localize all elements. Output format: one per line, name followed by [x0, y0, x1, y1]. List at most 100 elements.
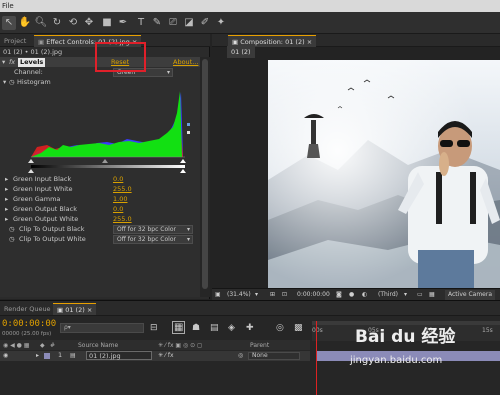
- visibility-eye-icon[interactable]: ◉: [3, 352, 8, 359]
- pen-tool-icon[interactable]: ✒: [116, 16, 130, 30]
- composition-viewer[interactable]: [268, 60, 500, 318]
- label-color-swatch[interactable]: [44, 353, 50, 359]
- comp-viewer-tab[interactable]: 01 (2): [227, 46, 255, 58]
- menu-bar: File: [0, 0, 500, 12]
- dropdown-arrow-icon[interactable]: ▾: [255, 290, 258, 300]
- orbit-camera-icon[interactable]: ⟲: [66, 16, 80, 30]
- property-value[interactable]: 0.0: [113, 174, 123, 184]
- grid-icon[interactable]: ⊞: [270, 290, 275, 300]
- composition-tabbar: ▣ Composition: 01 (2) ×: [212, 34, 500, 47]
- property-label: Green Output White: [13, 215, 79, 223]
- hand-tool-icon[interactable]: ✋: [18, 16, 32, 30]
- show-snapshot-icon[interactable]: ●: [349, 290, 354, 300]
- rectangle-tool-icon[interactable]: ■: [100, 16, 114, 30]
- snapshot-icon[interactable]: ◙: [336, 290, 342, 300]
- timeline-panel: Render Queue ▣ 01 (2) × 0:00:00:00 00000…: [0, 300, 500, 395]
- frame-blending-icon[interactable]: ▤: [210, 323, 219, 333]
- close-icon[interactable]: ×: [305, 38, 312, 46]
- tab-project[interactable]: Project: [0, 35, 30, 47]
- magnification-dropdown[interactable]: (31.4%): [227, 290, 251, 300]
- brainstorm-icon[interactable]: ✚: [246, 323, 254, 333]
- number-icon: #: [50, 342, 56, 349]
- histogram-row: ▾ ◷ Histogram: [0, 77, 200, 87]
- mask-visibility-icon[interactable]: ⊡: [282, 290, 287, 300]
- property-value[interactable]: 0.0: [113, 204, 123, 214]
- clip-white-dropdown[interactable]: Off for 32 bpc Color: [113, 235, 193, 244]
- clone-stamp-icon[interactable]: ⎚: [166, 16, 180, 30]
- hide-shy-layers-icon[interactable]: ☗: [192, 323, 200, 333]
- expand-triangle-icon[interactable]: ▾: [2, 57, 5, 67]
- region-of-interest-icon[interactable]: ▭: [417, 290, 423, 300]
- stopwatch-icon[interactable]: ◷: [9, 234, 15, 244]
- puppet-pin-icon[interactable]: ✦: [214, 16, 228, 30]
- layer-switches-icons[interactable]: ✳ ⁄ fx: [158, 352, 174, 359]
- tab-composition-label: Composition: 01 (2): [240, 38, 305, 46]
- property-value[interactable]: 1.00: [113, 194, 127, 204]
- rotate-tool-icon[interactable]: ↻: [50, 16, 64, 30]
- tab-render-queue[interactable]: Render Queue: [0, 303, 55, 315]
- lock-icon[interactable]: ▣: [38, 38, 46, 46]
- draft-3d-icon[interactable]: ▦: [172, 321, 186, 334]
- channel-icon[interactable]: ◐: [362, 290, 367, 300]
- baidu-watermark-logo: Bai du 经验: [355, 327, 456, 347]
- histogram-graph[interactable]: [27, 87, 193, 173]
- channel-label: Channel:: [14, 68, 43, 76]
- layer-row[interactable]: ◉ ▸ 1 ▤ 01 (2).jpg ✳ ⁄ fx ◎ None: [0, 351, 310, 361]
- column-parent[interactable]: Parent: [250, 341, 269, 350]
- stopwatch-icon[interactable]: ◷: [9, 224, 15, 234]
- histogram-side-handle-icon: [187, 123, 190, 126]
- eraser-tool-icon[interactable]: ◪: [182, 16, 196, 30]
- clip-black-dropdown[interactable]: Off for 32 bpc Color: [113, 225, 193, 234]
- type-tool-icon[interactable]: T: [134, 16, 148, 30]
- effect-controls-panel: Project ▣ Effect Controls: 01 (2).jpg × …: [0, 34, 210, 299]
- parent-dropdown[interactable]: None: [248, 352, 300, 360]
- tools-toolbar: ↖ ✋ 🔍︎ ↻ ⟲ ✥ ■ ✒ T ✎ ⎚ ◪ ✐ ✦: [0, 12, 500, 34]
- layer-name[interactable]: 01 (2).jpg: [86, 351, 152, 360]
- tab-timeline-comp[interactable]: ▣ 01 (2) ×: [53, 303, 97, 315]
- switches-icons: ✳ ⁄ fx ▣ ◎ ⊙ ◻: [158, 342, 203, 349]
- roto-brush-icon[interactable]: ✐: [198, 16, 212, 30]
- ruler-tick-label: 15s: [482, 327, 493, 334]
- av-features-icon: ◉ ◀ ● ▦: [3, 342, 30, 349]
- close-icon[interactable]: ×: [85, 306, 92, 314]
- lock-icon[interactable]: ▣: [232, 38, 240, 46]
- pan-behind-icon[interactable]: ✥: [82, 16, 96, 30]
- timeline-tabbar: Render Queue ▣ 01 (2) ×: [0, 301, 500, 316]
- histogram-side-handle-icon-2: [187, 131, 190, 134]
- current-time-indicator[interactable]: [316, 321, 317, 395]
- layer-search-input[interactable]: ρ▾: [60, 323, 144, 333]
- current-time-display[interactable]: 0:00:00:00: [2, 319, 56, 329]
- effect-controls-body: ▾ fx Levels Reset About... Channel: Gree…: [0, 57, 200, 297]
- layer-expand-icon[interactable]: ▸: [36, 352, 39, 359]
- composition-image: [268, 60, 500, 288]
- dropdown-arrow-icon[interactable]: ▾: [404, 290, 407, 300]
- frame-rate-label: 00000 (25.00 fps): [2, 331, 52, 337]
- timecode-display[interactable]: 0:00:00:00: [297, 290, 330, 300]
- histogram-expand-icon[interactable]: ▾: [3, 77, 6, 87]
- transparency-grid-icon[interactable]: ▦: [429, 290, 435, 300]
- fx-icon[interactable]: fx: [9, 57, 15, 67]
- comp-mini-flowchart-icon[interactable]: ⊟: [150, 323, 158, 333]
- menu-file[interactable]: File: [2, 2, 14, 10]
- composition-panel: ▣ Composition: 01 (2) × 01 (2) ▣ (31.4%)…: [212, 34, 500, 300]
- always-preview-icon[interactable]: ▣: [215, 290, 221, 300]
- brush-tool-icon[interactable]: ✎: [150, 16, 164, 30]
- pick-whip-icon[interactable]: ◎: [238, 352, 243, 359]
- zoom-tool-icon[interactable]: 🔍︎: [34, 16, 48, 30]
- scrollbar-thumb[interactable]: [202, 59, 208, 289]
- property-value[interactable]: 255.0: [113, 184, 132, 194]
- camera-dropdown[interactable]: Active Camera: [445, 290, 496, 300]
- graph-editor-icon[interactable]: ◎: [276, 323, 284, 333]
- motion-blur-icon[interactable]: ◈: [228, 323, 235, 333]
- effect-controls-scrollbar[interactable]: [200, 57, 210, 297]
- property-value[interactable]: 255.0: [113, 214, 132, 224]
- ruler-tick-label: 00s: [312, 327, 323, 334]
- live-update-icon[interactable]: ▩: [294, 323, 303, 333]
- effect-name[interactable]: Levels: [18, 57, 46, 67]
- column-source-name[interactable]: Source Name: [78, 341, 118, 350]
- output-gradient: [31, 165, 185, 168]
- selection-tool-icon[interactable]: ↖: [2, 16, 16, 30]
- about-link[interactable]: About...: [173, 57, 198, 67]
- stopwatch-icon[interactable]: ◷: [9, 77, 15, 87]
- resolution-dropdown[interactable]: (Third): [378, 290, 398, 300]
